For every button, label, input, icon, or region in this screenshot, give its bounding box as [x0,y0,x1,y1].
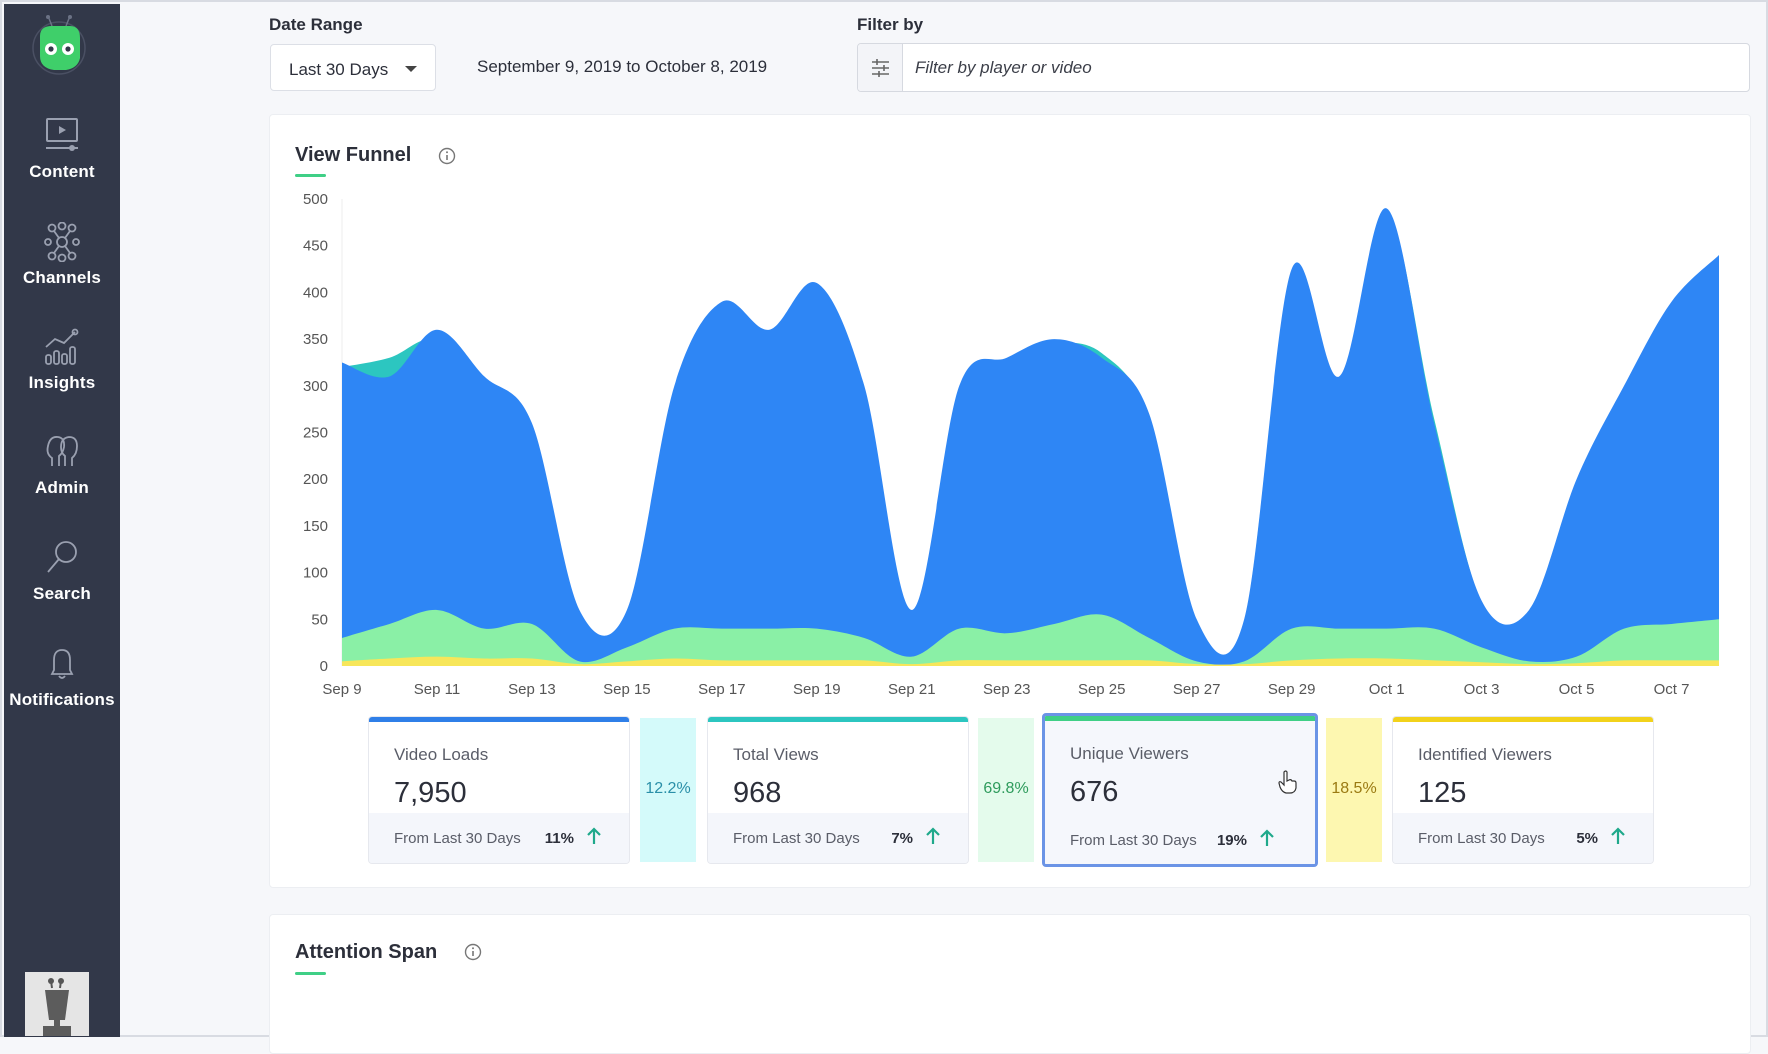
stat-footer: From Last 30 Days 19% [1045,815,1315,864]
y-tick-label: 100 [303,565,328,582]
user-avatar[interactable] [25,972,89,1036]
x-tick-label: Sep 23 [983,681,1031,698]
stat-footer: From Last 30 Days 7% [708,813,968,863]
y-tick-label: 150 [303,518,328,535]
y-tick-label: 50 [311,611,328,628]
stat-footer: From Last 30 Days 5% [1393,813,1653,863]
conversion-rate-unique-to-identified: 18.5% [1326,718,1382,862]
conversion-rate-loads-to-views: 12.2% [640,718,696,862]
y-tick-label: 450 [303,238,328,255]
stat-color-bar [1045,716,1315,721]
x-tick-label: Sep 11 [414,681,460,698]
app-window: Content Channels Insights Admin Search N… [0,0,1768,1054]
hand-pointer-cursor-icon [1278,770,1297,794]
stat-card-total-views[interactable]: Total Views 968 From Last 30 Days 7% [707,716,969,864]
x-tick-label: Sep 9 [322,681,361,698]
arrow-up-icon [587,827,601,844]
robot-avatar-icon [43,978,71,1036]
stat-card-identified-viewers[interactable]: Identified Viewers 125 From Last 30 Days… [1392,716,1654,864]
x-tick-label: Sep 13 [508,681,556,698]
y-tick-label: 350 [303,331,328,348]
x-tick-label: Sep 29 [1268,681,1316,698]
x-tick-label: Sep 25 [1078,681,1126,698]
x-tick-label: Sep 19 [793,681,841,698]
stat-period: From Last 30 Days [1070,832,1197,849]
stat-delta: 19% [1216,832,1247,849]
y-tick-label: 400 [303,284,328,301]
stat-name: Video Loads [394,745,489,764]
x-tick-label: Sep 15 [603,681,651,698]
stat-color-bar [708,717,968,722]
stat-period: From Last 30 Days [1418,830,1545,847]
conversion-rate-views-to-unique: 69.8% [978,718,1034,862]
stat-name: Identified Viewers [1418,745,1552,764]
stat-card-unique-viewers[interactable]: Unique Viewers 676 From Last 30 Days 19% [1042,713,1318,867]
title-underline [295,972,326,975]
stat-delta: 7% [891,830,913,847]
x-tick-label: Sep 21 [888,681,936,698]
y-tick-label: 250 [303,425,328,442]
arrow-up-icon [926,827,940,844]
stat-delta: 5% [1576,830,1598,847]
attention-span-title: Attention Span [295,941,438,963]
stat-value: 676 [1070,776,1119,808]
stat-card-video-loads[interactable]: Video Loads 7,950 From Last 30 Days 11% [368,716,630,864]
view-funnel-chart[interactable]: 0 50 100 150 200 250 300 350 400 450 500 Sep 9 Sep 1… [2,2,1768,702]
x-tick-label: Oct 1 [1369,681,1405,698]
area-series-video-loads[interactable] [342,208,1719,666]
info-icon[interactable] [464,943,482,961]
stat-period: From Last 30 Days [733,830,860,847]
x-tick-label: Oct 5 [1559,681,1595,698]
x-tick-label: Sep 27 [1173,681,1221,698]
arrow-up-icon [1260,829,1274,846]
stat-color-bar [1393,717,1653,722]
arrow-up-icon [1611,827,1625,844]
stat-delta: 11% [544,830,574,847]
y-tick-label: 500 [303,191,328,208]
stat-value: 968 [733,777,782,809]
stat-value: 7,950 [394,777,467,809]
y-tick-label: 200 [303,471,328,488]
stat-color-bar [369,717,629,722]
stat-period: From Last 30 Days [394,830,521,847]
y-tick-label: 0 [320,658,328,675]
stat-value: 125 [1418,777,1467,809]
x-tick-label: Oct 3 [1464,681,1500,698]
stat-name: Total Views [733,745,819,764]
x-tick-label: Sep 17 [698,681,746,698]
attention-span-panel: Attention Span [269,914,1751,1054]
stat-name: Unique Viewers [1070,744,1189,763]
stat-footer: From Last 30 Days 11% [369,813,629,863]
x-tick-label: Oct 7 [1654,681,1690,698]
y-tick-label: 300 [303,378,328,395]
